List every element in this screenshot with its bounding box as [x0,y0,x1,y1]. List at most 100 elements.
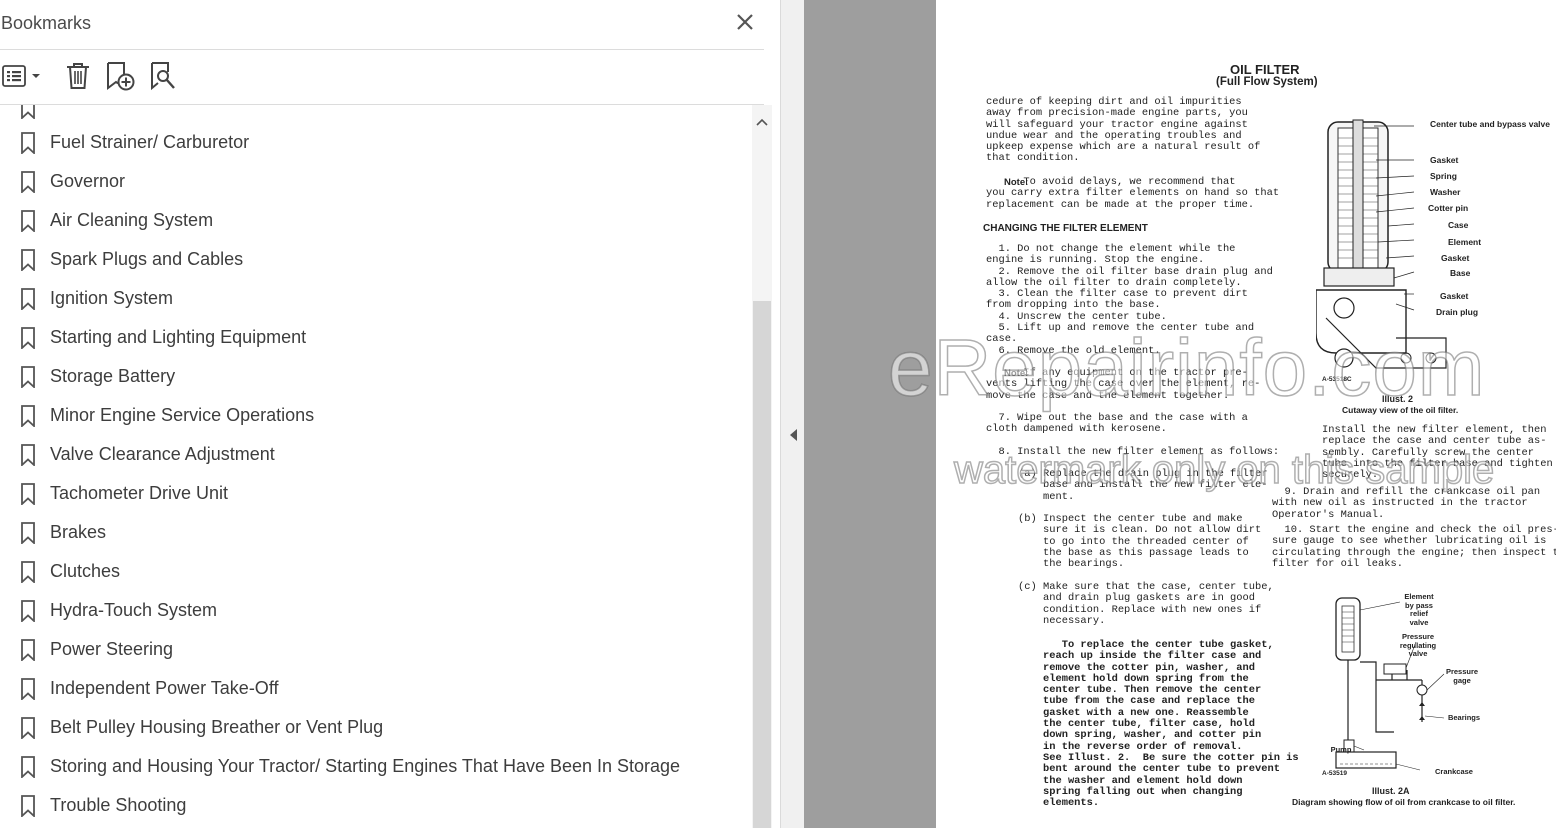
illust2a-label-element: Element by pass relief valve [1404,592,1434,627]
bookmark-label: Clutches [50,561,121,581]
doc-paragraph: cedure of keeping dirt and oil impuritie… [986,96,1261,165]
bookmark-item[interactable]: Valve Clearance Adjustment [0,435,740,474]
panel-title: Bookmarks [1,13,92,33]
illust2-label: Drain plug [1436,307,1479,317]
bookmark-item[interactable]: Air Cleaning System [0,201,740,240]
find-bookmark-icon[interactable] [144,56,180,96]
bookmark-icon [20,600,36,624]
bookmarks-toolbar [0,56,764,96]
bookmark-item[interactable]: Storing and Housing Your Tractor/ Starti… [0,747,740,786]
close-icon[interactable] [733,10,757,34]
doc-note-text: To avoid delays, we recommend that you c… [986,176,1280,211]
bookmark-item[interactable]: Hydra-Touch System [0,591,740,630]
bookmark-item[interactable]: Belt Pulley Housing Breather or Vent Plu… [0,708,740,747]
bookmark-icon [20,561,36,585]
bookmark-item[interactable]: Ignition System [0,279,740,318]
delete-icon[interactable] [60,56,96,96]
bookmark-label: Minor Engine Service Operations [50,405,315,425]
doc-step7: 7. Wipe out the base and the case with a… [986,412,1248,436]
bookmark-label: Power Steering [50,639,174,659]
bookmark-label: Hydra-Touch System [50,600,218,620]
bookmark-label: Valve Clearance Adjustment [50,444,275,464]
illust2-label: Base [1450,268,1471,278]
bookmark-icon [20,366,36,390]
scroll-up-icon[interactable] [752,113,772,131]
new-bookmark-icon[interactable] [102,56,138,96]
bookmark-icon [20,132,36,156]
illust2a-title: Illust. 2A [1372,786,1410,796]
bookmark-list: Fuel Strainer/ Carburetor Governor Air C… [0,105,752,828]
bookmark-item[interactable]: Trouble Shooting [0,786,740,825]
doc-title: OIL FILTER [1230,62,1300,77]
bookmarks-panel: Bookmarks Fuel Strainer/ Carburetor Gove… [0,0,780,828]
bookmark-scrollbar[interactable] [752,105,772,828]
illust2a-code: A-53519 [1322,770,1347,777]
bookmark-icon [20,717,36,741]
bookmark-item[interactable]: Fuel Strainer/ Carburetor [0,123,740,162]
panel-splitter[interactable] [780,0,804,828]
bookmark-item[interactable]: Tachometer Drive Unit [0,474,740,513]
bookmark-item[interactable]: Spark Plugs and Cables [0,240,740,279]
doc-sub-b-label: (b) [1018,513,1037,525]
illust2a-label-pump: Pump [1330,745,1352,754]
bookmark-label: Independent Power Take-Off [50,678,279,698]
watermark-logo: eRepairinfo.com [887,322,1486,413]
bookmark-item[interactable]: Minor Engine Service Operations [0,396,740,435]
bookmark-icon [20,678,36,702]
bookmark-item[interactable]: Clutches [0,552,740,591]
illust2a-label-gage: Pressure gage [1445,667,1479,685]
bookmark-label: Fuel Strainer/ Carburetor [50,132,250,152]
bookmark-label: Storing and Housing Your Tractor/ Starti… [50,756,681,776]
bookmark-label: Belt Pulley Housing Breather or Vent Plu… [50,717,384,737]
illust2a-label-crankcase: Crankcase [1435,767,1473,776]
bookmark-icon [20,483,36,507]
illust2-label: Gasket [1430,155,1459,165]
bookmark-item[interactable]: Storage Battery [0,357,740,396]
bookmark-item[interactable]: Starting and Lighting Equipment [0,318,740,357]
bookmark-icon [20,444,36,468]
bookmark-label: Starting and Lighting Equipment [50,327,307,347]
bookmark-icon [20,210,36,234]
header-divider [0,49,764,50]
bookmark-icon [20,105,36,121]
document-page: OIL FILTER (Full Flow System) cedure of … [887,0,1556,828]
bookmark-label: Brakes [50,522,107,542]
bookmark-icon [20,288,36,312]
doc-section-heading: CHANGING THE FILTER ELEMENT [983,223,1148,234]
bookmark-icon [20,795,36,819]
scrollbar-thumb[interactable] [753,301,771,828]
bookmark-icon [20,756,36,780]
bookmark-icon [20,639,36,663]
illust2a-label-bearings: Bearings [1447,713,1481,722]
bookmark-item[interactable]: Governor [0,162,740,201]
bookmark-item[interactable]: Power Steering [0,630,740,669]
doc-step10: 10. Start the engine and check the oil p… [1272,524,1556,570]
watermark-text: watermark only on this sample [953,447,1495,493]
illust2-label: Cotter pin [1428,203,1469,213]
bookmark-label: Tachometer Drive Unit [50,483,229,503]
bookmark-label: Ignition System [50,288,174,308]
options-menu-icon[interactable] [0,56,46,96]
doc-subtitle: (Full Flow System) [1216,76,1318,88]
bookmark-label: Trouble Shooting [50,795,187,815]
illust2-label: Gasket [1441,253,1470,263]
bookmark-label: Governor [50,171,126,191]
doc-note: To avoid delays, we recommend that you c… [986,176,1280,211]
bookmark-item[interactable]: Independent Power Take-Off [0,669,740,708]
viewer-background [804,0,936,828]
illust2-label: Case [1448,220,1469,230]
bookmark-icon [20,249,36,273]
bookmark-item[interactable]: Brakes [0,513,740,552]
illust2-label: Gasket [1440,291,1469,301]
illust2a-caption: Diagram showing flow of oil from crankca… [1292,797,1516,807]
bookmark-icon [20,405,36,429]
bookmark-label: Spark Plugs and Cables [50,249,244,269]
doc-sub-c: Make sure that the case, center tube, an… [1043,581,1274,627]
bookmark-icon [20,327,36,351]
bookmark-label: Air Cleaning System [50,210,214,230]
collapse-panel-icon[interactable] [788,428,798,442]
doc-sub-c-label: (c) [1018,581,1037,593]
bookmark-icon [20,171,36,195]
doc-gasket-paragraph: To replace the center tube gasket, reach… [1043,639,1299,810]
illust2-label: Spring [1430,171,1457,181]
